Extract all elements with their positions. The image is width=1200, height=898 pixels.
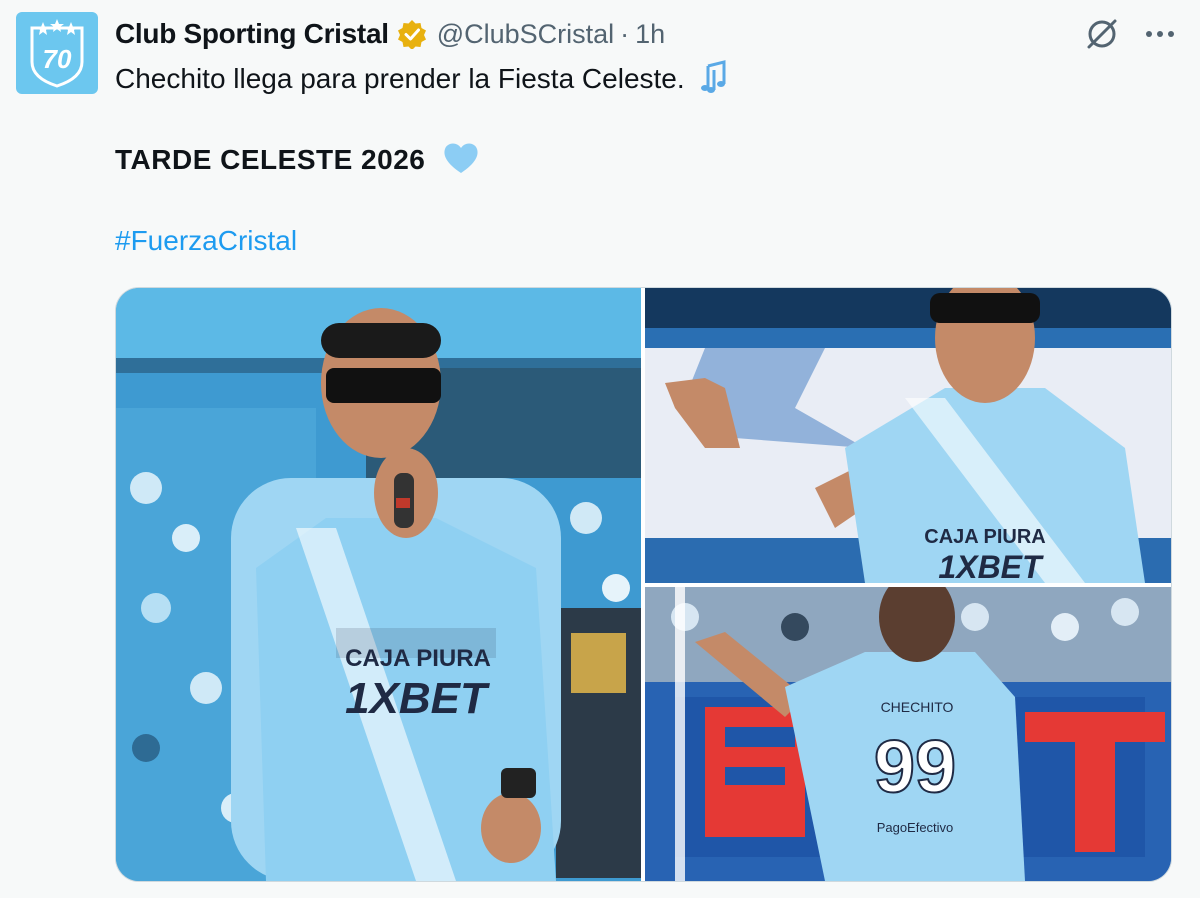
avatar-text: 70 xyxy=(43,44,72,74)
musical-notes-icon xyxy=(700,60,734,103)
avatar[interactable]: 70 xyxy=(16,12,98,94)
photo-player-back[interactable]: CHECHITO 99 PagoEfectivo xyxy=(645,587,1171,881)
sponsor-text-1: CAJA PIURA xyxy=(345,645,491,672)
tweet-bold-text: TARDE CELESTE 2026 xyxy=(115,144,426,175)
author-name[interactable]: Club Sporting Cristal xyxy=(115,18,389,50)
timestamp[interactable]: 1h xyxy=(635,19,665,50)
author-handle[interactable]: @ClubSCristal xyxy=(437,19,614,50)
shirt-number-text: 99 xyxy=(874,725,956,808)
tweet-header: Club Sporting Cristal @ClubSCristal · 1h xyxy=(115,14,1180,54)
tweet-text-line-2: TARDE CELESTE 2026 xyxy=(115,141,480,184)
separator: · xyxy=(620,18,630,49)
sponsor-text-3: CAJA PIURA xyxy=(924,526,1046,548)
tweet-text-line-1: Chechito llega para prender la Fiesta Ce… xyxy=(115,60,734,103)
media-grid: CAJA PIURA 1XBET CAJA PIURA 1XBET CHECHI… xyxy=(115,287,1172,882)
tweet-text: Chechito llega para prender la Fiesta Ce… xyxy=(115,63,685,94)
photo-singer[interactable]: CAJA PIURA 1XBET xyxy=(116,288,641,881)
sponsor-text-2: 1XBET xyxy=(345,674,490,723)
shirt-name-text: CHECHITO xyxy=(881,699,954,715)
more-options-icon[interactable] xyxy=(1140,14,1180,54)
light-blue-heart-icon xyxy=(442,141,480,184)
shirt-back-sponsor-text: PagoEfectivo xyxy=(877,820,954,835)
sponsor-text-4: 1XBET xyxy=(938,549,1044,583)
hashtag-link[interactable]: #FuerzaCristal xyxy=(115,223,297,259)
photo-player-waving[interactable]: CAJA PIURA 1XBET xyxy=(645,288,1171,583)
verified-badge-icon[interactable] xyxy=(397,19,427,49)
club-crest-icon: 70 xyxy=(30,19,84,88)
grok-icon[interactable] xyxy=(1082,14,1122,54)
